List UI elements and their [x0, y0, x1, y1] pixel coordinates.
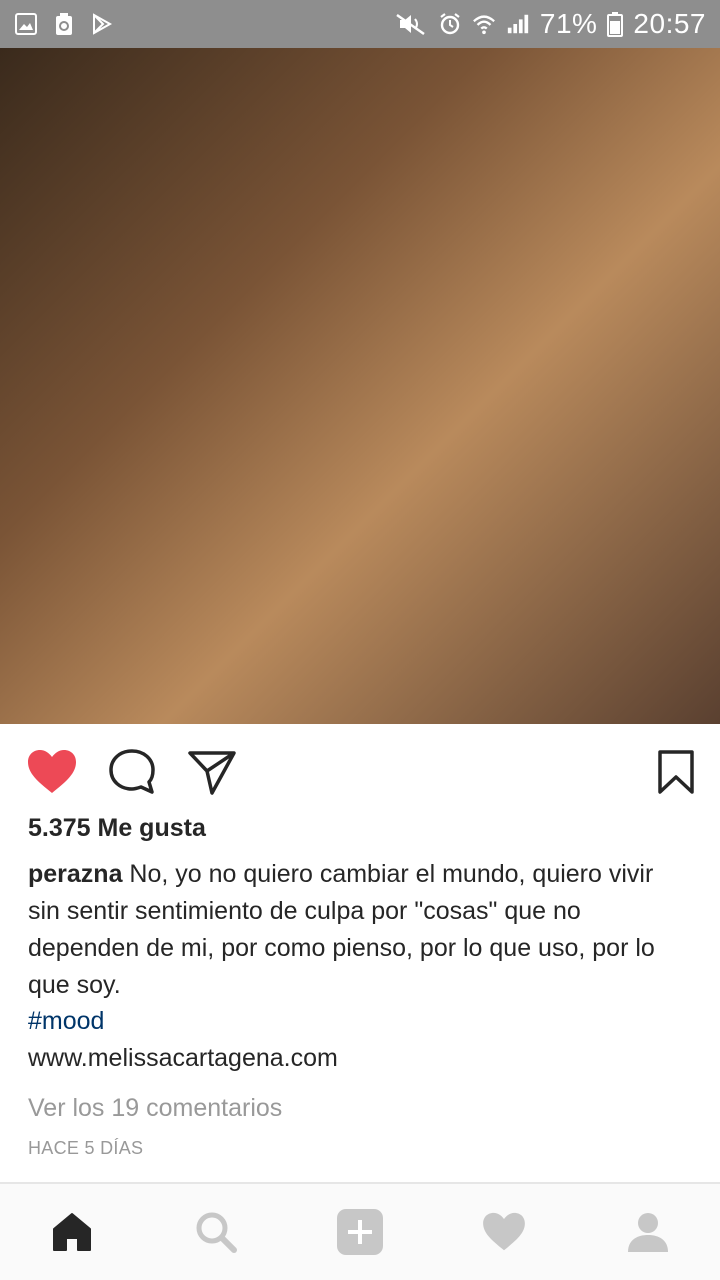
comment-icon[interactable] [106, 746, 158, 798]
hashtag-link[interactable]: #mood [28, 1003, 104, 1040]
play-store-notification-icon [90, 12, 114, 36]
status-notifications [14, 12, 114, 36]
alarm-icon [438, 12, 462, 36]
caption-text: No, yo no quiero cambiar el mundo, quier… [28, 860, 655, 999]
share-icon[interactable] [186, 746, 238, 798]
post-image[interactable] [0, 48, 720, 724]
website-text: www.melissacartagena.com [28, 1044, 338, 1072]
profile-icon[interactable] [624, 1208, 672, 1256]
signal-icon [506, 12, 530, 36]
post-caption: perazna No, yo no quiero cambiar el mund… [28, 856, 692, 1004]
home-icon[interactable] [48, 1208, 96, 1256]
activity-heart-icon[interactable] [480, 1208, 528, 1256]
post-actions [0, 724, 720, 820]
status-bar: 71% 20:57 [0, 0, 720, 48]
post-timestamp: HACE 5 DÍAS [28, 1138, 144, 1158]
battery-percent: 71% [539, 8, 598, 39]
clock: 20:57 [633, 8, 706, 39]
bookmark-icon[interactable] [650, 746, 702, 798]
view-comments-link[interactable]: Ver los 19 comentarios [28, 1090, 282, 1127]
likes-count[interactable]: 5.375 Me gusta [28, 814, 206, 843]
mute-icon [394, 12, 428, 36]
heart-filled-icon[interactable] [26, 746, 78, 798]
search-icon[interactable] [192, 1208, 240, 1256]
gallery-notification-icon [14, 12, 38, 36]
caption-username[interactable]: perazna [28, 860, 122, 888]
status-system: 71% 20:57 [394, 8, 706, 40]
bottom-nav [0, 1184, 720, 1280]
battery-icon [607, 12, 624, 37]
add-icon[interactable] [336, 1208, 384, 1256]
wifi-icon [472, 12, 496, 36]
recycle-notification-icon [52, 12, 76, 36]
